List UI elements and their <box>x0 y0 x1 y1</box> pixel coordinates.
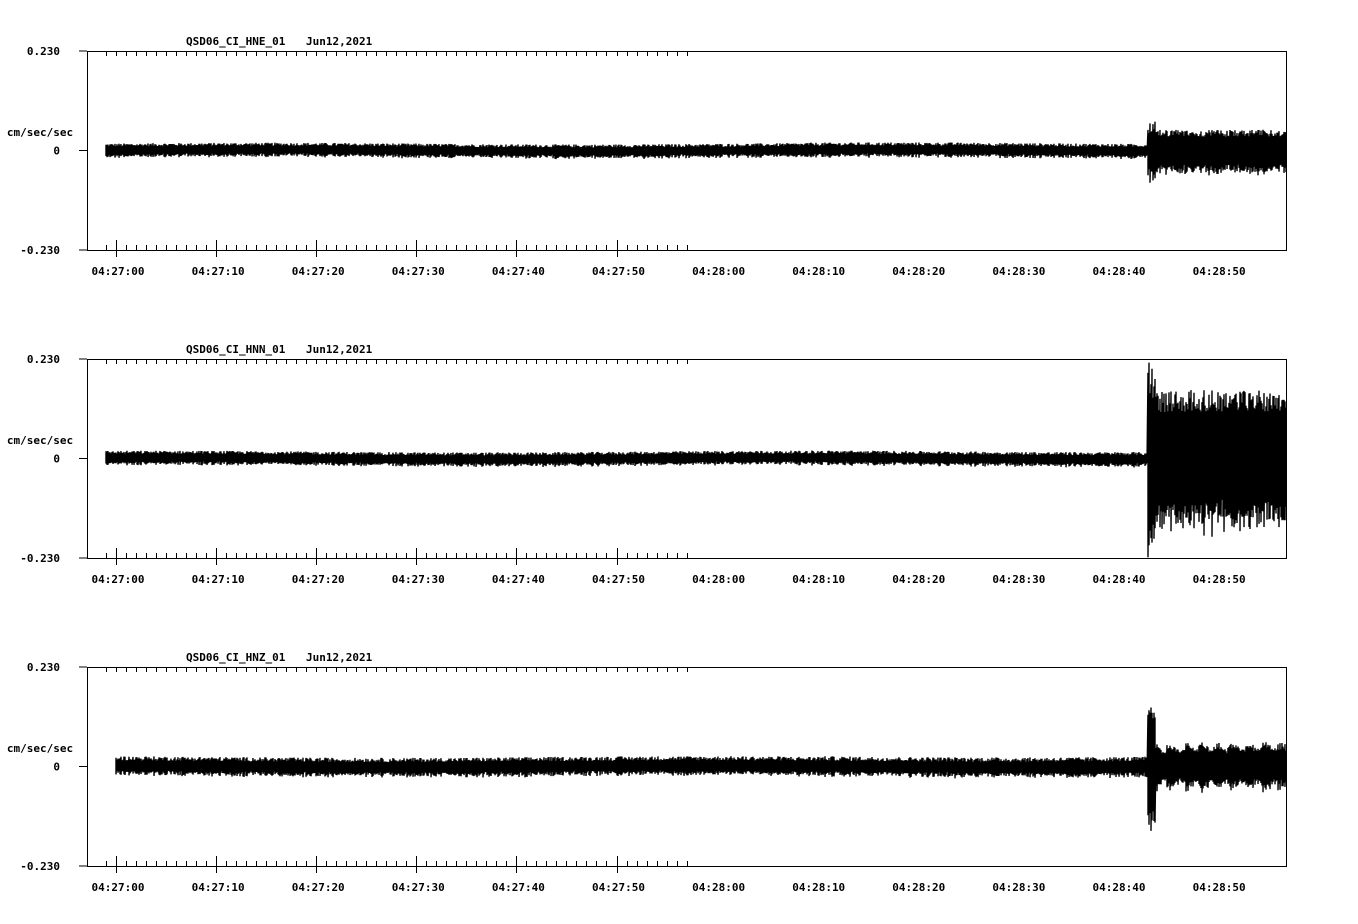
chart-title: QSD06_CI_HNN_01 <box>186 343 286 356</box>
chart-panel-2: QSD06_CI_HNN_01 Jun12,2021 cm/sec/sec 0.230… <box>7 343 1287 586</box>
x-tick-label: 04:27:30 <box>392 573 445 586</box>
x-tick-label: 04:27:30 <box>392 881 445 894</box>
x-tick-label: 04:28:30 <box>992 573 1045 586</box>
y-axis-label: cm/sec/sec <box>7 434 73 447</box>
chart-date: Jun12,2021 <box>306 343 373 356</box>
x-tick-label: 04:27:10 <box>192 573 245 586</box>
x-tick-label: 04:27:10 <box>192 881 245 894</box>
x-tick-label: 04:28:30 <box>992 881 1045 894</box>
y-tick-label: 0 <box>53 145 60 158</box>
waveform-trace <box>105 362 1287 558</box>
x-tick-label: 04:28:10 <box>792 573 845 586</box>
x-tick-label: 04:28:20 <box>892 881 945 894</box>
chart-date: Jun12,2021 <box>306 35 373 48</box>
x-tick-label: 04:28:40 <box>1093 265 1146 278</box>
x-tick-label: 04:27:20 <box>292 265 345 278</box>
x-tick-label: 04:28:10 <box>792 265 845 278</box>
seismogram-page: QSD06_CI_HNE_01 Jun12,2021 cm/sec/sec 0.230… <box>0 0 1358 924</box>
x-tick-label: 04:28:40 <box>1093 573 1146 586</box>
y-tick-label: -0.230 <box>20 552 60 565</box>
y-tick-label: 0 <box>53 761 60 774</box>
y-axis-label: cm/sec/sec <box>7 742 73 755</box>
x-tick-label: 04:27:40 <box>492 573 545 586</box>
x-tick-label: 04:27:10 <box>192 265 245 278</box>
x-tick-label: 04:27:40 <box>492 265 545 278</box>
x-tick-label: 04:27:20 <box>292 573 345 586</box>
x-tick-label: 04:28:00 <box>692 573 745 586</box>
y-tick-label: 0.230 <box>27 661 60 674</box>
y-tick-label: -0.230 <box>20 244 60 257</box>
seismogram-charts: QSD06_CI_HNE_01 Jun12,2021 cm/sec/sec 0.230… <box>7 35 1287 894</box>
chart-date: Jun12,2021 <box>306 651 373 664</box>
x-tick-label: 04:28:00 <box>692 265 745 278</box>
chart-title: QSD06_CI_HNE_01 <box>186 35 286 48</box>
chart-panel-3: QSD06_CI_HNZ_01 Jun12,2021 cm/sec/sec 0.230… <box>7 651 1287 894</box>
x-tick-label: 04:27:40 <box>492 881 545 894</box>
x-tick-label: 04:27:50 <box>592 881 645 894</box>
x-tick-label: 04:28:00 <box>692 881 745 894</box>
x-tick-label: 04:27:00 <box>92 881 145 894</box>
x-tick-label: 04:28:50 <box>1193 881 1246 894</box>
waveform-trace <box>115 707 1287 831</box>
y-tick-label: 0.230 <box>27 353 60 366</box>
y-axis-label: cm/sec/sec <box>7 126 73 139</box>
y-tick-label: 0 <box>53 453 60 466</box>
x-tick-label: 04:28:20 <box>892 573 945 586</box>
x-tick-label: 04:28:50 <box>1193 573 1246 586</box>
x-tick-label: 04:27:50 <box>592 265 645 278</box>
x-tick-label: 04:28:40 <box>1093 881 1146 894</box>
chart-panel-1: QSD06_CI_HNE_01 Jun12,2021 cm/sec/sec 0.230… <box>7 35 1287 278</box>
x-tick-label: 04:28:10 <box>792 881 845 894</box>
x-tick-label: 04:27:30 <box>392 265 445 278</box>
x-tick-label: 04:28:30 <box>992 265 1045 278</box>
y-tick-label: -0.230 <box>20 860 60 873</box>
x-tick-label: 04:28:50 <box>1193 265 1246 278</box>
chart-title: QSD06_CI_HNZ_01 <box>186 651 286 664</box>
waveform-trace <box>105 121 1287 183</box>
x-tick-label: 04:27:00 <box>92 573 145 586</box>
x-tick-label: 04:27:00 <box>92 265 145 278</box>
x-tick-label: 04:27:20 <box>292 881 345 894</box>
y-tick-label: 0.230 <box>27 45 60 58</box>
x-tick-label: 04:27:50 <box>592 573 645 586</box>
x-tick-label: 04:28:20 <box>892 265 945 278</box>
